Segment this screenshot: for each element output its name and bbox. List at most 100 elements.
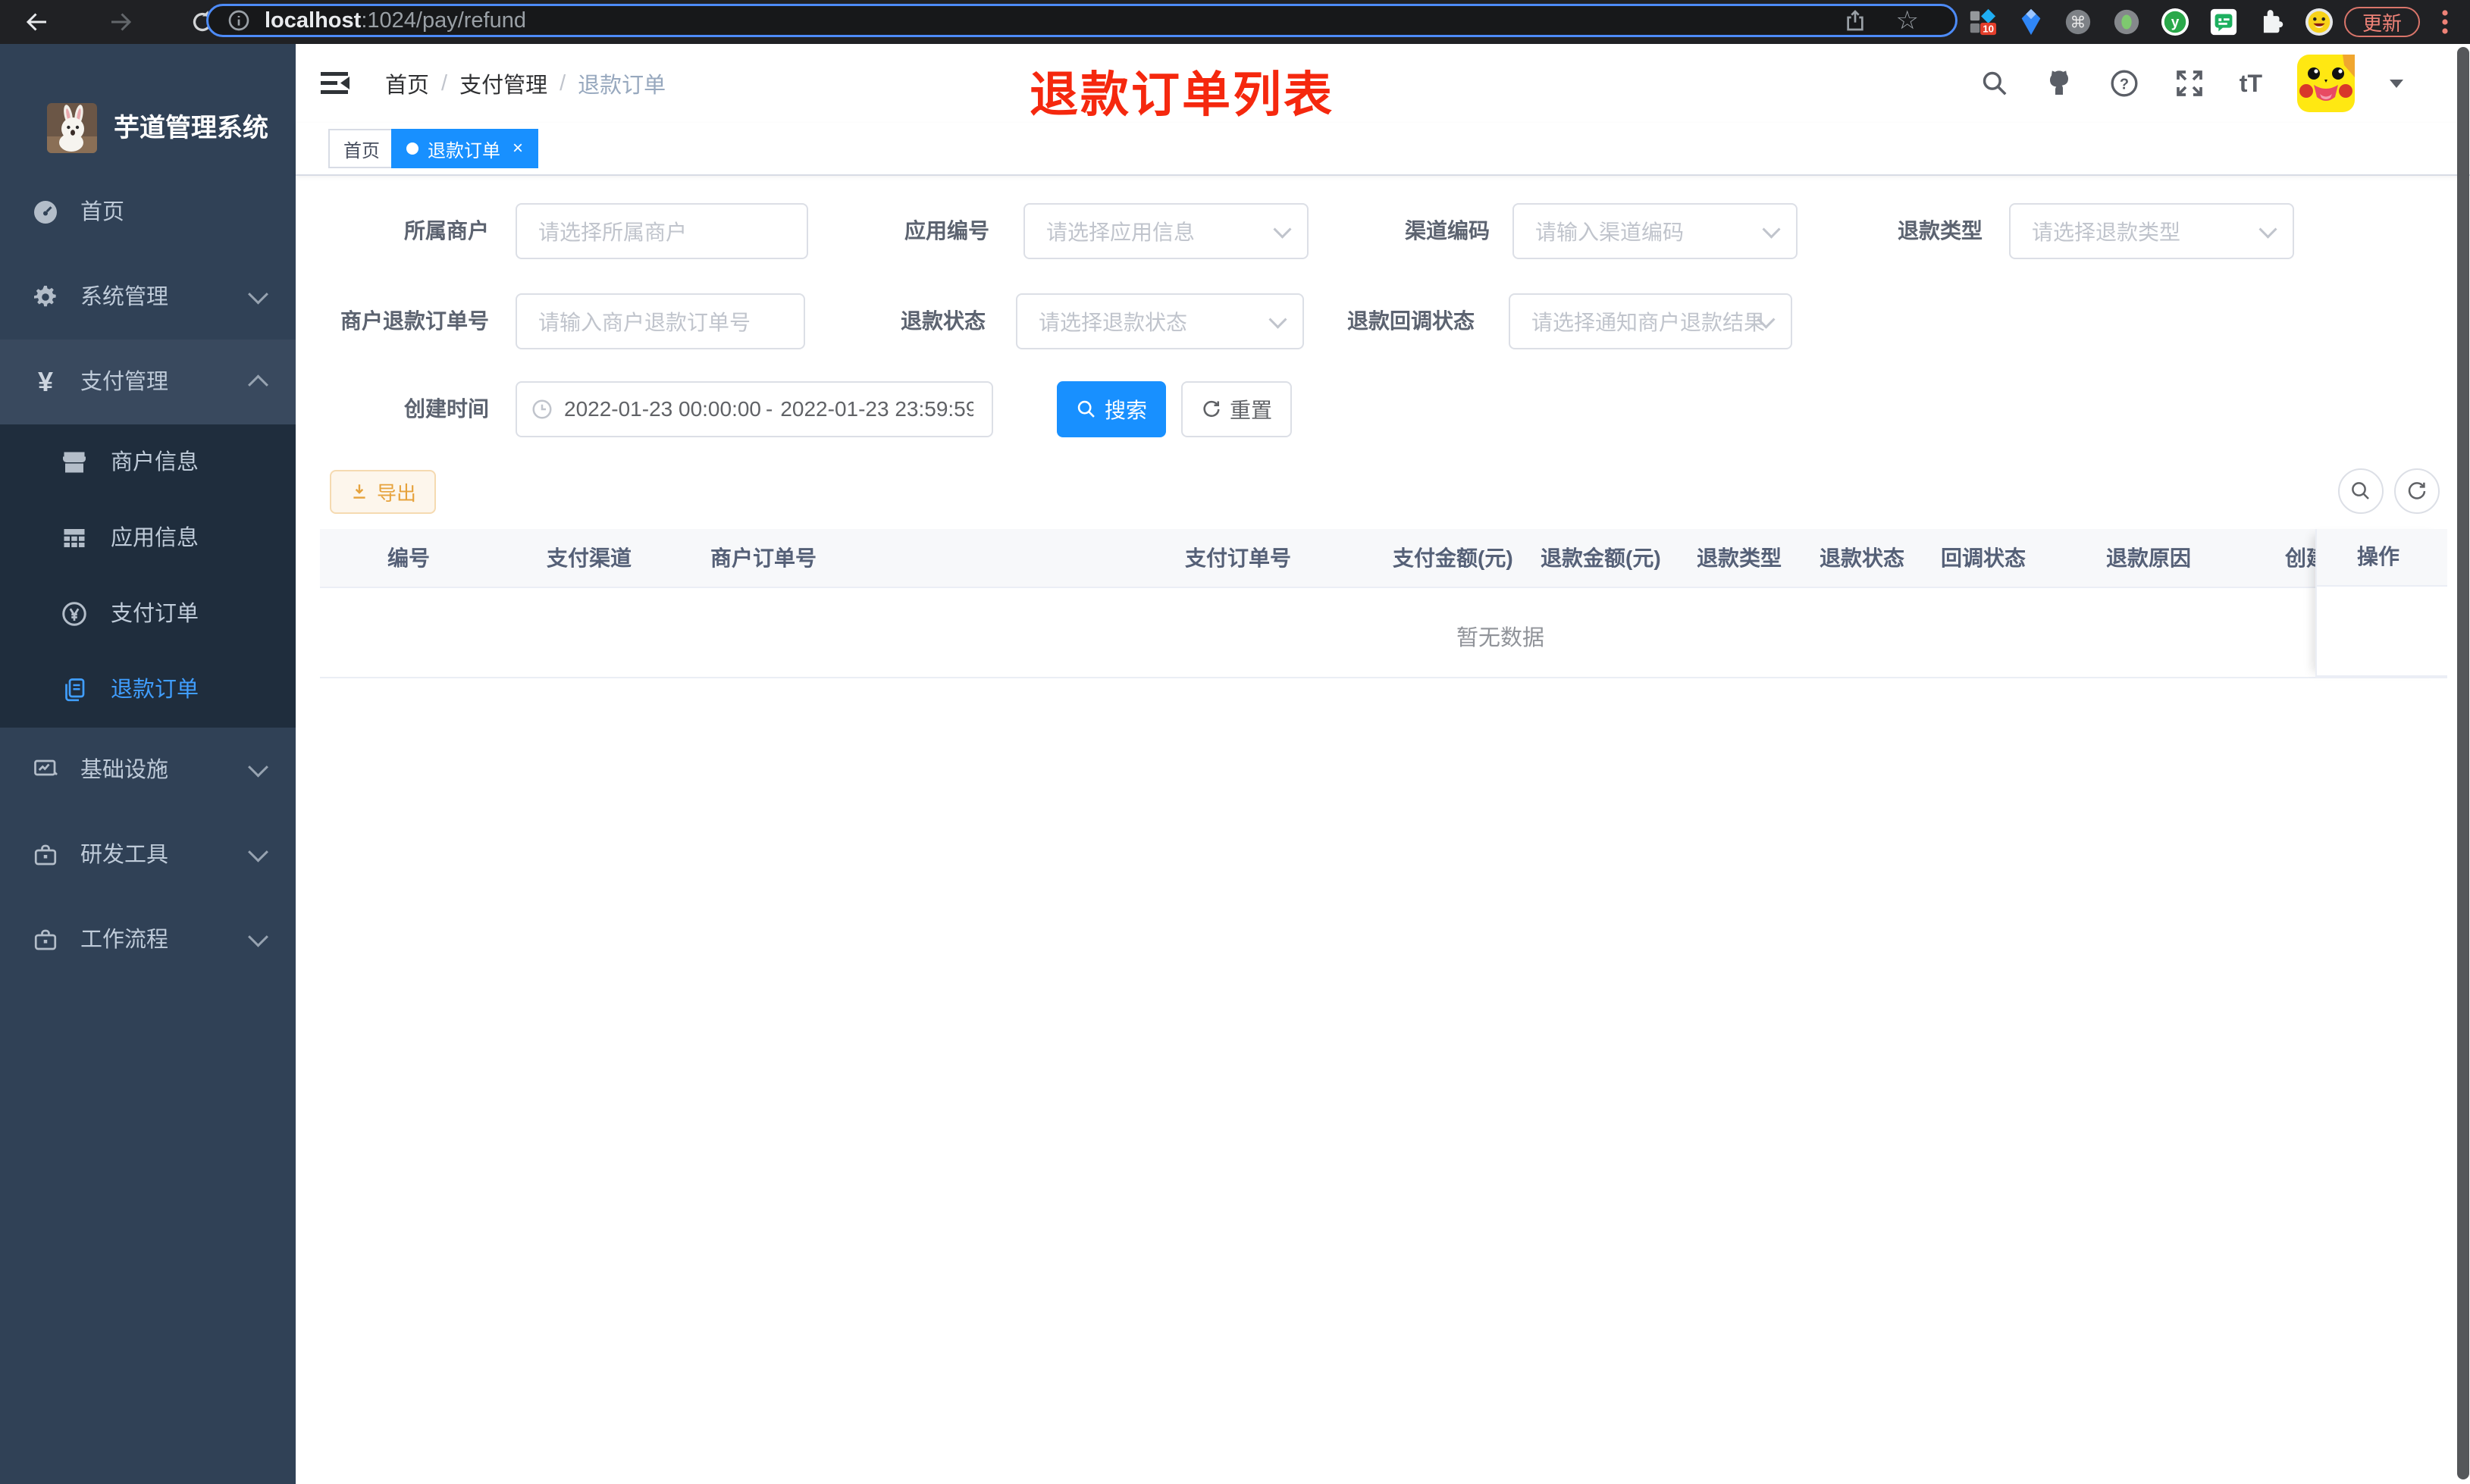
url-path: :1024/pay/refund bbox=[361, 8, 526, 33]
gear-icon bbox=[32, 283, 59, 311]
col-merchant-order-no: 商户订单号 bbox=[710, 546, 817, 570]
sidebar-item-label: 应用信息 bbox=[111, 526, 199, 550]
search-button[interactable]: 搜索 bbox=[1057, 381, 1166, 437]
github-icon[interactable] bbox=[2044, 68, 2074, 99]
sidebar-item-system[interactable]: 系统管理 bbox=[0, 255, 296, 340]
sidebar-item-home[interactable]: 首页 bbox=[0, 170, 296, 255]
sidebar-item-label: 研发工具 bbox=[80, 843, 169, 867]
chevron-down-icon bbox=[248, 756, 268, 778]
dashboard-icon bbox=[32, 199, 59, 226]
export-button-label: 导出 bbox=[376, 481, 416, 505]
toggle-search-button[interactable] bbox=[2338, 468, 2384, 514]
url-bar[interactable]: localhost :1024/pay/refund ☆ bbox=[206, 4, 1958, 37]
font-size-icon[interactable]: tT bbox=[2240, 70, 2262, 98]
placeholder: 请输入渠道编码 bbox=[1535, 221, 1685, 244]
app-logo[interactable] bbox=[47, 103, 97, 153]
sidebar-item-infra[interactable]: 基础设施 bbox=[0, 728, 296, 812]
browser-forward-icon[interactable] bbox=[106, 8, 135, 36]
refund-status-select[interactable]: 请选择退款状态 bbox=[1016, 293, 1304, 349]
filter-label-merchant-refund-no: 商户退款订单号 bbox=[340, 309, 489, 333]
bookmark-star-icon[interactable]: ☆ bbox=[1896, 5, 1919, 36]
scrollbar[interactable] bbox=[2457, 47, 2469, 1479]
breadcrumb-item-payment[interactable]: 支付管理 bbox=[459, 67, 547, 99]
browser-menu-icon[interactable] bbox=[2431, 8, 2459, 36]
app-title: 芋道管理系统 bbox=[114, 114, 268, 142]
chevron-up-icon bbox=[248, 374, 268, 396]
date-separator: - bbox=[766, 397, 773, 421]
browser-update-button[interactable]: 更新 bbox=[2344, 7, 2420, 37]
col-pay-amount: 支付金额(元) bbox=[1393, 546, 1513, 570]
refund-type-select[interactable]: 请选择退款类型 bbox=[2009, 203, 2294, 259]
extension-recorder-icon[interactable] bbox=[2112, 8, 2141, 36]
caret-down-icon[interactable] bbox=[2390, 79, 2403, 88]
sidebar-item-workflow[interactable]: 工作流程 bbox=[0, 897, 296, 982]
callback-status-select[interactable]: 请选择通知商户退款结果的 bbox=[1509, 293, 1792, 349]
extension-command-icon[interactable]: ⌘ bbox=[2064, 8, 2092, 36]
sidebar-item-refund-order[interactable]: 退款订单 bbox=[0, 652, 296, 728]
sidebar-item-pay-order[interactable]: 支付订单 bbox=[0, 576, 296, 652]
sidebar-item-devtools[interactable]: 研发工具 bbox=[0, 812, 296, 897]
refresh-button[interactable] bbox=[2394, 468, 2440, 514]
sidebar-item-label: 系统管理 bbox=[80, 285, 169, 309]
col-refund-status: 退款状态 bbox=[1820, 546, 1905, 570]
browser-back-icon[interactable] bbox=[23, 8, 52, 36]
sidebar-submenu: 商户信息 应用信息 支付订单 退款订单 bbox=[0, 424, 296, 728]
browser-toolbar: localhost :1024/pay/refund ☆ 10 ⌘ y 更新 bbox=[0, 0, 2470, 44]
navbar-actions: ? tT bbox=[1980, 44, 2403, 123]
help-icon[interactable]: ? bbox=[2109, 68, 2139, 99]
merchant-refund-no-input[interactable]: 请输入商户退款订单号 bbox=[516, 293, 805, 349]
channel-select[interactable]: 请输入渠道编码 bbox=[1512, 203, 1798, 259]
close-icon[interactable]: × bbox=[512, 138, 523, 159]
placeholder: 请选择退款状态 bbox=[1039, 311, 1188, 334]
col-callback-status: 回调状态 bbox=[1941, 546, 2026, 570]
extension-chat-icon[interactable] bbox=[2209, 8, 2238, 36]
shop-icon bbox=[61, 449, 88, 476]
extension-gem-icon[interactable] bbox=[2017, 8, 2045, 36]
export-button[interactable]: 导出 bbox=[330, 470, 436, 514]
merchant-select[interactable]: 请选择所属商户 bbox=[516, 203, 808, 259]
grid-icon bbox=[61, 524, 88, 552]
extensions-puzzle-icon[interactable] bbox=[2258, 8, 2287, 36]
tag-label: 退款订单 bbox=[428, 140, 500, 161]
sidebar-collapse-icon[interactable] bbox=[318, 68, 352, 99]
tag-refund-order[interactable]: 退款订单 × bbox=[391, 129, 539, 168]
user-avatar[interactable] bbox=[2297, 55, 2355, 112]
filter-label-callback-status: 退款回调状态 bbox=[1346, 309, 1475, 333]
chevron-down-icon bbox=[1268, 310, 1287, 329]
sidebar-item-merchant-info[interactable]: 商户信息 bbox=[0, 424, 296, 500]
reset-button[interactable]: 重置 bbox=[1181, 381, 1292, 437]
yen-circle-icon bbox=[61, 600, 88, 628]
chevron-down-icon bbox=[1273, 220, 1292, 239]
profile-avatar-icon[interactable] bbox=[2305, 8, 2334, 36]
extension-y-icon[interactable]: y bbox=[2161, 8, 2189, 36]
placeholder: 请选择通知商户退款结果的 bbox=[1531, 311, 1766, 334]
svg-text:⌘: ⌘ bbox=[2070, 14, 2086, 32]
date-end-value: 2022-01-23 23:59:59 bbox=[780, 397, 973, 421]
sidebar-item-app-info[interactable]: 应用信息 bbox=[0, 500, 296, 576]
search-icon[interactable] bbox=[1980, 69, 2009, 98]
placeholder: 请输入商户退款订单号 bbox=[538, 311, 751, 334]
col-refund-type: 退款类型 bbox=[1697, 546, 1782, 570]
sidebar-item-label: 首页 bbox=[80, 200, 125, 224]
briefcase-icon bbox=[32, 841, 59, 869]
app-window: localhost :1024/pay/refund ☆ 10 ⌘ y 更新 芋… bbox=[0, 0, 2470, 1484]
tag-home[interactable]: 首页 bbox=[328, 129, 395, 168]
extension-grid-icon[interactable]: 10 bbox=[1968, 8, 1997, 36]
chevron-down-icon bbox=[248, 841, 268, 863]
breadcrumb-separator: / bbox=[560, 70, 566, 95]
col-create-time: 创建时间 bbox=[2285, 546, 2315, 570]
share-icon[interactable] bbox=[1843, 8, 1867, 33]
fullscreen-icon[interactable] bbox=[2174, 68, 2205, 99]
top-navbar: 首页 / 支付管理 / 退款订单 退款订单列表 ? tT bbox=[296, 44, 2470, 123]
breadcrumb-item-home[interactable]: 首页 bbox=[385, 67, 429, 99]
sidebar-item-payment[interactable]: ¥ 支付管理 bbox=[0, 340, 296, 424]
breadcrumb-item-refund: 退款订单 bbox=[578, 74, 666, 98]
annotation-title: 退款订单列表 bbox=[1030, 67, 1334, 122]
svg-text:y: y bbox=[2171, 15, 2180, 31]
create-time-range-picker[interactable]: 2022-01-23 00:00:00 - 2022-01-23 23:59:5… bbox=[516, 381, 993, 437]
site-info-icon[interactable] bbox=[227, 8, 251, 33]
placeholder: 请选择所属商户 bbox=[538, 221, 688, 244]
document-icon bbox=[61, 676, 88, 703]
app-select[interactable]: 请选择应用信息 bbox=[1023, 203, 1309, 259]
sidebar-item-label: 退款订单 bbox=[111, 678, 199, 702]
